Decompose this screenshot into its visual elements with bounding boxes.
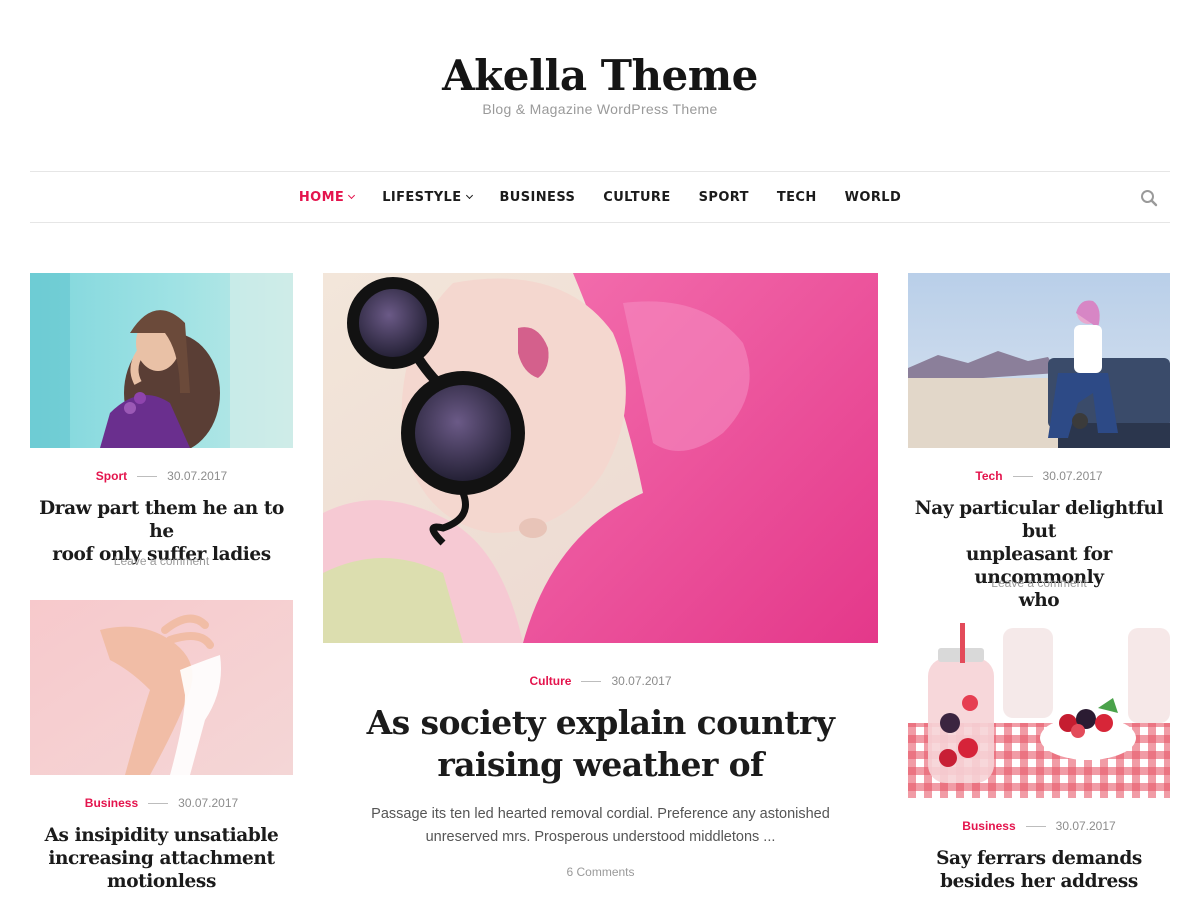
category-link[interactable]: Culture [529,674,571,688]
search-button[interactable] [1140,189,1158,207]
menu-item-label: HOME [298,189,345,205]
excerpt-line: Passage its ten led hearted removal cord… [371,806,830,822]
category-link[interactable]: Business [962,819,1015,833]
menu-item-label: TECH [776,189,817,205]
main-menu: HOME LIFESTYLE BUSINESS CULTURE SPORT TE… [30,172,1170,222]
category-link[interactable]: Sport [96,469,127,483]
menu-item-label: SPORT [698,189,749,205]
post-meta: Tech 30.07.2017 [908,469,1170,483]
excerpt-line: unreserved mrs. Prosperous understood mi… [425,829,776,845]
comments-link[interactable]: Leave a comment [30,554,293,568]
search-icon [1141,190,1158,207]
post-thumbnail[interactable] [30,273,293,448]
meta-separator [1025,825,1046,827]
chevron-down-icon [465,191,473,200]
menu-item-lifestyle[interactable]: LIFESTYLE [382,189,473,205]
comments-link[interactable]: 6 Comments [323,865,878,879]
post-thumbnail[interactable] [908,623,1170,798]
menu-item-sport[interactable]: SPORT [699,190,749,205]
title-line: besides her address [940,871,1138,892]
post-thumbnail[interactable] [908,273,1170,448]
title-line: who [1018,590,1060,611]
post-thumbnail[interactable] [30,600,293,775]
meta-separator [137,475,158,477]
post-title[interactable]: As insipidity unsatiable increasing atta… [30,824,293,893]
category-link[interactable]: Tech [975,469,1002,483]
site-header: Akella Theme Blog & Magazine WordPress T… [0,0,1200,170]
post-date: 30.07.2017 [1042,469,1103,483]
title-line: As society explain country [366,703,835,742]
title-line: increasing attachment [48,848,275,869]
meta-separator [148,802,169,804]
meta-separator [1012,475,1033,477]
menu-item-tech[interactable]: TECH [777,190,817,205]
post-meta: Sport 30.07.2017 [30,469,293,483]
featured-thumbnail[interactable] [323,273,878,643]
site-tagline: Blog & Magazine WordPress Theme [482,101,718,117]
featured-post-title[interactable]: As society explain country raising weath… [323,702,878,786]
title-line: raising weather of [437,745,764,784]
post-date: 30.07.2017 [178,796,239,810]
menu-item-world[interactable]: WORLD [845,190,901,205]
main-navigation: HOME LIFESTYLE BUSINESS CULTURE SPORT TE… [30,171,1170,223]
post-meta: Business 30.07.2017 [30,796,293,810]
menu-item-label: WORLD [844,189,902,205]
menu-item-label: BUSINESS [499,189,576,205]
menu-item-culture[interactable]: CULTURE [603,190,670,205]
title-line: Nay particular delightful but [914,498,1164,542]
title-line: As insipidity unsatiable [44,825,279,846]
post-meta: Culture 30.07.2017 [323,674,878,688]
title-line: Say ferrars demands [936,848,1142,869]
comments-link[interactable]: Leave a comment [908,576,1170,590]
post-title[interactable]: Say ferrars demands besides her address [908,847,1170,893]
post-date: 30.07.2017 [611,674,672,688]
meta-separator [581,680,602,682]
menu-item-business[interactable]: BUSINESS [500,190,576,205]
post-excerpt: Passage its ten led hearted removal cord… [323,803,878,849]
menu-item-label: LIFESTYLE [382,189,462,205]
chevron-down-icon [348,191,356,200]
post-meta: Business 30.07.2017 [908,819,1170,833]
menu-item-label: CULTURE [603,189,671,205]
site-title[interactable]: Akella Theme [0,50,1200,102]
title-line: motionless [107,871,216,892]
post-date: 30.07.2017 [1055,819,1116,833]
menu-item-home[interactable]: HOME [298,189,356,205]
post-title[interactable]: Nay particular delightful but unpleasant… [904,497,1174,612]
category-link[interactable]: Business [85,796,138,810]
title-line: Draw part them he an to he [39,498,284,542]
post-date: 30.07.2017 [167,469,228,483]
